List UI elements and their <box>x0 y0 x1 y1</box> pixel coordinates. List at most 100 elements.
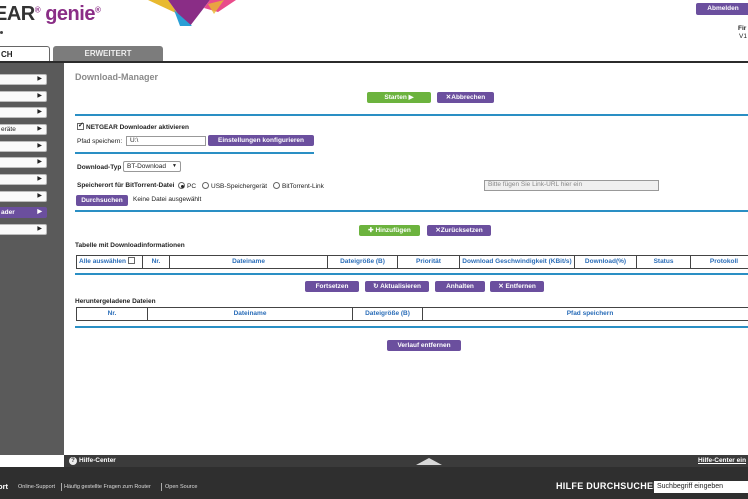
start-button[interactable]: Starten ▶ <box>367 92 431 103</box>
col-save-path: Pfad speichern <box>422 308 748 320</box>
sidebar-item-1[interactable]: ▶ <box>0 74 47 85</box>
divider <box>75 273 748 275</box>
radio-icon <box>273 182 280 189</box>
footer-separator <box>161 483 162 491</box>
footer-link-open-source[interactable]: Open Source <box>165 484 197 490</box>
header-decoration-shapes <box>148 0 236 26</box>
sidebar-item-devices[interactable]: eräte ▶ <box>0 124 47 135</box>
tab-basic[interactable]: CH <box>0 46 50 62</box>
radio-icon <box>202 182 209 189</box>
expand-up-icon[interactable] <box>416 458 442 465</box>
chevron-right-icon: ▶ <box>37 209 42 215</box>
downloaded-files-table: Nr. Dateiname Dateigröße (B) Pfad speich… <box>76 307 748 321</box>
tab-advanced[interactable]: ERWEITERT <box>53 46 163 62</box>
sidebar-item-6[interactable]: ▶ <box>0 157 47 168</box>
browse-button[interactable]: Durchsuchen <box>76 195 128 206</box>
save-path-label: Pfad speichern: <box>77 138 123 145</box>
radio-selected-icon <box>178 182 185 189</box>
help-center-show-link[interactable]: Hilfe-Center ein <box>698 457 746 464</box>
resume-button[interactable]: Fortsetzen <box>305 281 359 292</box>
chevron-right-icon: ▶ <box>37 193 42 199</box>
col-number: Nr. <box>142 256 169 268</box>
question-icon: ? <box>69 457 77 465</box>
plus-icon: ✚ <box>368 227 374 234</box>
chevron-right-icon: ▶ <box>37 143 42 149</box>
chevron-right-icon: ▶ <box>37 76 42 82</box>
sidebar: ▶ ▶ ▶ eräte ▶ ▶ ▶ ▶ ▶ ader ▶ ▶ <box>0 63 64 455</box>
chevron-right-icon: ▶ <box>37 126 42 132</box>
logout-button[interactable]: Abmelden <box>696 3 748 15</box>
col-filesize: Dateigröße (B) <box>327 256 397 268</box>
sidebar-item-3[interactable]: ▶ <box>0 107 47 118</box>
col-protocol: Protokoll <box>690 256 748 268</box>
remove-button[interactable]: ✕ Entfernen <box>490 281 544 292</box>
col-download-speed: Download Geschwindigkeit (KBit/s) <box>459 256 574 268</box>
add-button[interactable]: ✚ Hinzufügen <box>359 225 420 236</box>
page-title: Download-Manager <box>75 72 159 82</box>
download-type-select[interactable]: BT-Download ▼ <box>123 161 181 172</box>
chevron-right-icon: ▶ <box>37 109 42 115</box>
col-number: Nr. <box>107 310 117 317</box>
help-center-bar: ? Hilfe-Center Hilfe-Center ein <box>64 455 748 467</box>
clear-history-button[interactable]: Verlauf entfernen <box>387 340 461 351</box>
divider <box>75 114 748 116</box>
help-search-title: HILFE DURCHSUCHEN <box>556 481 661 491</box>
footer-link-faq[interactable]: Häufig gestellte Fragen zum Router <box>64 484 151 490</box>
save-path-input[interactable]: U:\ <box>126 136 206 146</box>
help-center-label: Hilfe-Center <box>79 457 116 464</box>
divider <box>75 210 748 212</box>
select-all-checkbox[interactable]: Alle auswählen <box>77 256 142 268</box>
downloaded-table-title: Heruntergeladene Dateien <box>75 298 156 305</box>
footer-support-title: ort <box>0 482 8 491</box>
pause-button[interactable]: Anhalten <box>435 281 485 292</box>
help-search-input[interactable]: Suchbegriff eingeben <box>654 481 748 493</box>
sidebar-item-2[interactable]: ▶ <box>0 91 47 102</box>
checkbox-icon <box>127 257 135 264</box>
sidebar-item-downloader[interactable]: ader ▶ <box>0 207 47 218</box>
chevron-right-icon: ▶ <box>37 159 42 165</box>
cancel-button[interactable]: ✕Abbrechen <box>437 92 494 103</box>
location-label: Speicherort für BitTorrent-Datei <box>77 182 175 189</box>
sidebar-item-8[interactable]: ▶ <box>0 191 47 202</box>
netgear-genie-logo: EAR® genie® <box>0 3 101 25</box>
reset-button[interactable]: ✕Zurücksetzen <box>427 225 491 236</box>
logo-dot <box>0 31 3 34</box>
firmware-label: Fir <box>738 25 747 32</box>
footer-separator <box>61 483 62 491</box>
location-radio-link[interactable]: BitTorrent-Link <box>273 182 324 190</box>
col-filename: Dateiname <box>147 308 352 320</box>
footer-link-online-support[interactable]: Online-Support <box>18 484 55 490</box>
download-type-label: Download-Typ <box>77 164 122 171</box>
firmware-version: V1 <box>739 33 747 40</box>
sidebar-item-10[interactable]: ▶ <box>0 224 47 235</box>
play-icon: ▶ <box>408 94 414 101</box>
location-radio-pc[interactable]: PC <box>178 182 196 190</box>
chevron-down-icon: ▼ <box>172 163 177 169</box>
link-url-input[interactable]: Bitte fügen Sie Link-URL hier ein <box>484 180 659 191</box>
close-icon: ✕ <box>498 283 504 290</box>
col-filename: Dateiname <box>169 256 327 268</box>
sidebar-item-5[interactable]: ▶ <box>0 141 47 152</box>
col-status: Status <box>636 256 690 268</box>
chevron-right-icon: ▶ <box>37 93 42 99</box>
chevron-right-icon: ▶ <box>37 226 42 232</box>
chevron-right-icon: ▶ <box>37 176 42 182</box>
location-radio-usb[interactable]: USB-Speichergerät <box>202 182 267 190</box>
col-priority: Priorität <box>397 256 459 268</box>
main-content: Download-Manager Starten ▶ ✕Abbrechen NE… <box>64 63 748 455</box>
col-download-percent: Download(%) <box>574 256 636 268</box>
purple-shape <box>168 0 210 26</box>
col-filesize: Dateigröße (B) <box>352 308 422 320</box>
info-table-title: Tabelle mit Downloadinformationen <box>75 242 185 249</box>
configure-settings-button[interactable]: Einstellungen konfigurieren <box>208 135 314 146</box>
no-file-label: Keine Datei ausgewählt <box>133 196 202 203</box>
divider <box>75 152 314 154</box>
footer: ort Online-Support Häufig gestellte Frag… <box>0 467 748 499</box>
download-info-table: Alle auswählen Nr. Dateiname Dateigröße … <box>76 255 748 269</box>
checkbox-checked-icon <box>77 121 84 130</box>
sidebar-item-7[interactable]: ▶ <box>0 174 47 185</box>
refresh-button[interactable]: ↻ Aktualisieren <box>365 281 429 292</box>
divider <box>75 326 748 328</box>
refresh-icon: ↻ <box>373 283 379 290</box>
enable-downloader-checkbox[interactable]: NETGEAR Downloader aktivieren <box>77 121 189 131</box>
